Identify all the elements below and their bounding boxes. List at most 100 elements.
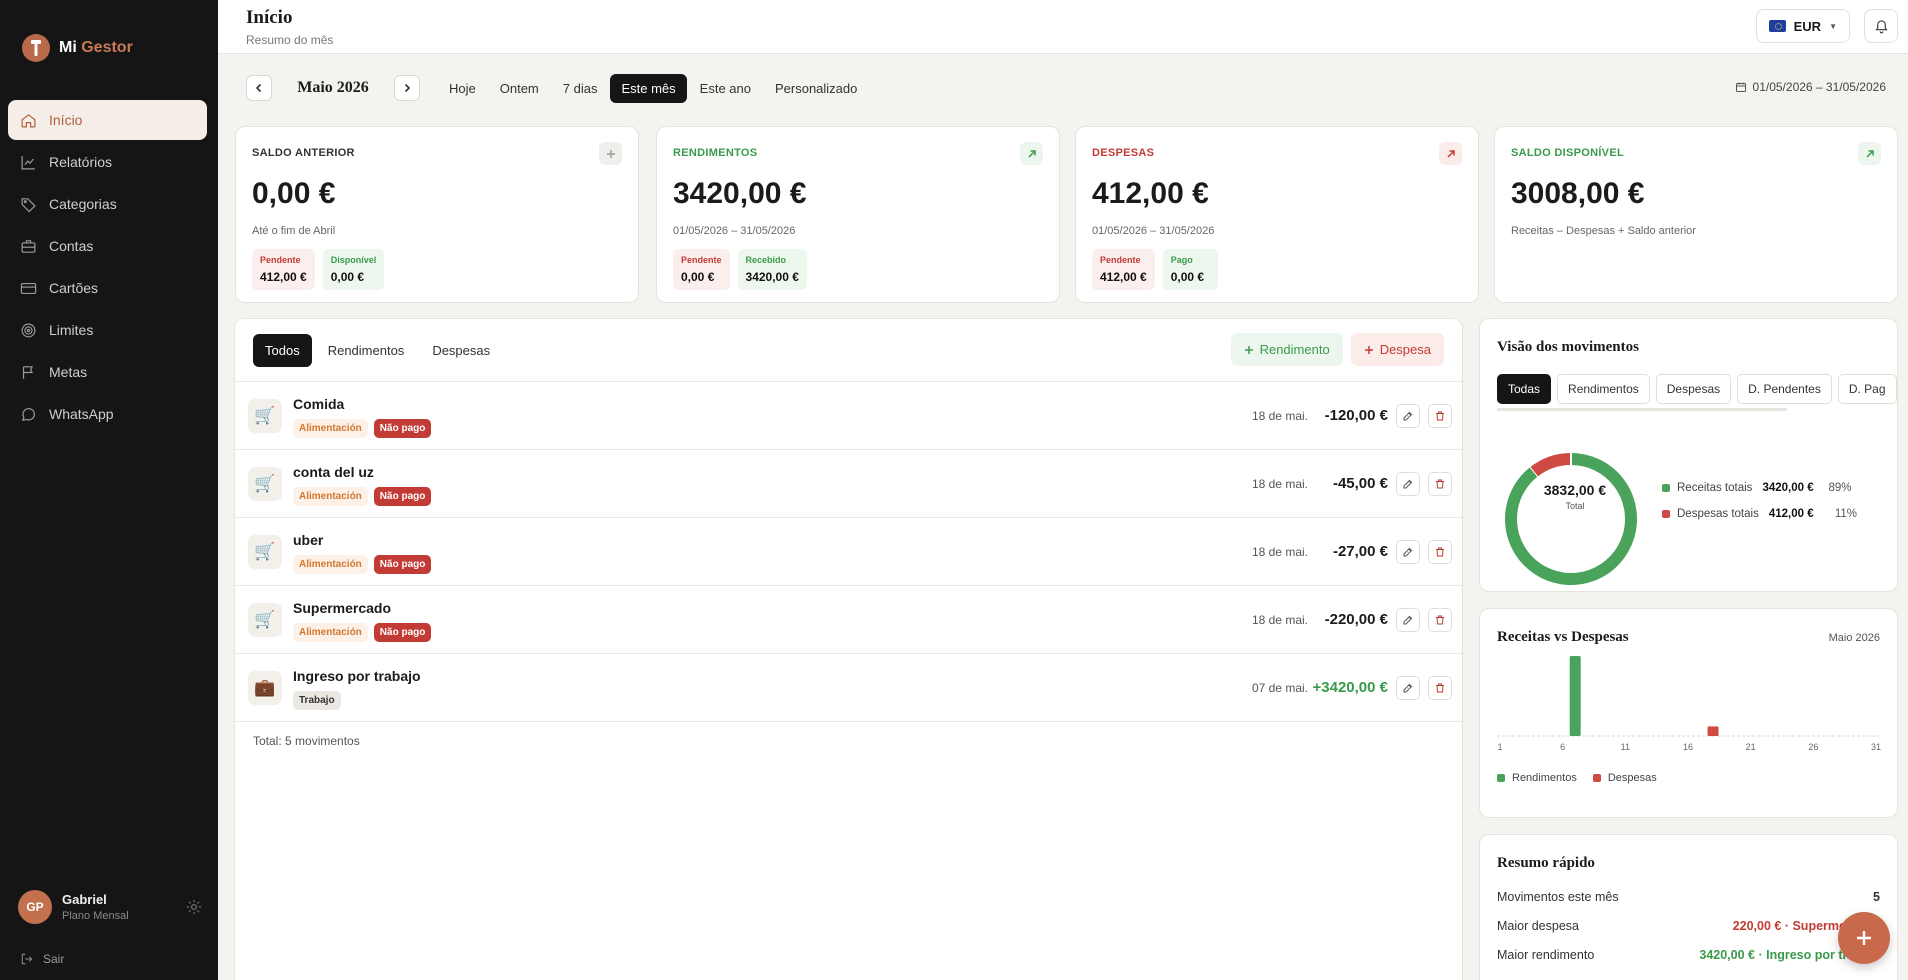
sidebar-item-cartoes[interactable]: Cartões [8, 268, 207, 308]
sidebar-item-whatsapp[interactable]: WhatsApp [8, 394, 207, 434]
card-label: DESPESAS [1092, 147, 1155, 159]
summary-title: Resumo rápido [1497, 855, 1595, 871]
table-row[interactable]: 🛒 uber Alimentación Não pago 18 de mai. -27,0… [235, 518, 1464, 586]
prev-month-button[interactable] [246, 75, 272, 101]
delete-button[interactable] [1428, 608, 1452, 632]
plus-icon[interactable] [599, 142, 622, 165]
filter-d-pagas[interactable]: D. Pag [1837, 374, 1897, 404]
delete-button[interactable] [1428, 404, 1452, 428]
cart-icon: 🛒 [248, 467, 282, 501]
filter-rendimentos[interactable]: Rendimentos [1557, 374, 1650, 404]
sidebar-item-inicio[interactable]: Início [8, 100, 207, 140]
range-personalizado[interactable]: Personalizado [764, 74, 868, 103]
summary-cards: SALDO ANTERIOR 0,00 € Até o fim de Abril… [235, 126, 1898, 303]
legend-despesas: Despesas totais 412,00 € 11% [1662, 508, 1857, 520]
legend-pct: 11% [1834, 508, 1857, 520]
notifications-button[interactable] [1864, 9, 1898, 43]
bars-title: Receitas vs Despesas [1497, 629, 1629, 645]
filter-scrollbar[interactable] [1497, 408, 1787, 411]
status-badge: Não pago [373, 419, 432, 438]
cart-icon: 🛒 [248, 535, 282, 569]
edit-button[interactable] [1396, 540, 1420, 564]
range-7-dias[interactable]: 7 dias [552, 74, 609, 103]
delete-button[interactable] [1428, 540, 1452, 564]
card-subtitle: Receitas – Despesas + Saldo anterior [1511, 225, 1696, 237]
chip-pendente: Pendente 412,00 € [252, 249, 315, 290]
summary-row: Maior despesa 220,00 € · Supermercado [1497, 919, 1880, 933]
edit-button[interactable] [1396, 676, 1420, 700]
sidebar-item-label: Categorias [49, 196, 117, 212]
transaction-name: Supermercado [293, 600, 392, 616]
chat-bubble-icon [21, 407, 35, 421]
x-tick-label: 21 [1746, 742, 1756, 752]
delete-button[interactable] [1428, 676, 1452, 700]
transaction-date: 18 de mai. [1251, 409, 1308, 423]
bar-rendimentos[interactable] [1569, 656, 1581, 736]
transaction-amount: -45,00 € [1332, 475, 1388, 492]
card-label: RENDIMENTOS [673, 147, 758, 159]
category-tag: Alimentación [293, 555, 368, 574]
sidebar-item-contas[interactable]: Contas [8, 226, 207, 266]
range-este-mes[interactable]: Este mês [610, 73, 687, 103]
chevron-right-icon [404, 83, 411, 93]
transaction-name: uber [293, 532, 324, 548]
filter-todas[interactable]: Todas [1497, 374, 1552, 404]
tab-despesas[interactable]: Despesas [420, 334, 502, 367]
filter-despesas[interactable]: Despesas [1655, 374, 1732, 404]
legend-pct: 89% [1828, 482, 1852, 494]
table-row[interactable]: 🛒 conta del uz Alimentación Não pago 18 de m… [235, 450, 1464, 518]
range-ontem[interactable]: Ontem [489, 74, 550, 103]
donut-slice-receitas[interactable] [1505, 453, 1637, 585]
tab-rendimentos[interactable]: Rendimentos [316, 334, 417, 367]
card-label: SALDO DISPONÍVEL [1511, 147, 1624, 159]
arrow-up-right-icon [1020, 142, 1043, 165]
transaction-name: conta del uz [293, 464, 374, 480]
chip-pago: Pago 0,00 € [1162, 249, 1218, 290]
settings-button[interactable] [185, 898, 203, 919]
legend-label: Receitas totais [1677, 482, 1753, 494]
sidebar-item-label: Metas [49, 364, 88, 380]
table-row[interactable]: 🛒 Supermercado Alimentación Não pago 18 de m… [235, 586, 1464, 654]
status-badge: Não pago [373, 623, 432, 642]
logout-button[interactable]: Sair [20, 952, 64, 966]
current-month: Maio 2026 [297, 79, 369, 96]
sidebar-item-metas[interactable]: Metas [8, 352, 207, 392]
currency-selector[interactable]: EUR ▼ [1755, 9, 1850, 43]
range-hoje[interactable]: Hoje [438, 74, 487, 103]
add-expense-button[interactable]: Despesa [1350, 333, 1444, 366]
edit-icon [1403, 411, 1413, 421]
sidebar-nav: Início Relatórios Categorias Contas Cart… [8, 100, 207, 436]
table-row[interactable]: 💼 Ingreso por trabajo Trabajo 07 de mai. +34… [235, 654, 1464, 722]
legend-swatch [1662, 484, 1670, 492]
app-logo[interactable]: Mi Gestor [22, 34, 133, 62]
next-month-button[interactable] [394, 75, 420, 101]
x-tick-label: 31 [1871, 742, 1881, 752]
logout-label: Sair [43, 952, 65, 966]
cart-icon: 🛒 [248, 603, 282, 637]
category-tag: Alimentación [293, 419, 368, 438]
bar-despesas[interactable] [1707, 726, 1719, 736]
delete-button[interactable] [1428, 472, 1452, 496]
sidebar-item-relatorios[interactable]: Relatórios [8, 142, 207, 182]
tab-todos[interactable]: Todos [253, 334, 312, 367]
plus-icon [1857, 931, 1871, 945]
filter-d-pendentes[interactable]: D. Pendentes [1737, 374, 1832, 404]
table-row[interactable]: 🛒 Comida Alimentación Não pago 18 de mai. -12… [235, 382, 1464, 450]
bars-panel: Receitas vs Despesas Maio 2026 1 6 11 16 21 2… [1479, 608, 1898, 818]
sidebar-item-label: Cartões [49, 280, 99, 296]
legend-value: 412,00 € [1768, 508, 1814, 520]
quick-add-button[interactable] [1838, 912, 1890, 964]
user-profile[interactable]: GP Gabriel Plano Mensal [18, 890, 203, 924]
summary-label: Maior rendimento [1497, 948, 1595, 962]
range-este-ano[interactable]: Este ano [689, 74, 762, 103]
summary-row: Maior rendimento 3420,00 € · Ingreso por… [1497, 948, 1880, 962]
sidebar-item-limites[interactable]: Limites [8, 310, 207, 350]
add-income-button[interactable]: Rendimento [1230, 333, 1343, 366]
donut-slice-despesas[interactable] [1529, 453, 1572, 478]
credit-card-icon [20, 282, 37, 294]
edit-button[interactable] [1396, 404, 1420, 428]
edit-button[interactable] [1396, 472, 1420, 496]
edit-button[interactable] [1396, 608, 1420, 632]
sidebar-item-categorias[interactable]: Categorias [8, 184, 207, 224]
summary-label: Movimentos este mês [1497, 890, 1619, 904]
